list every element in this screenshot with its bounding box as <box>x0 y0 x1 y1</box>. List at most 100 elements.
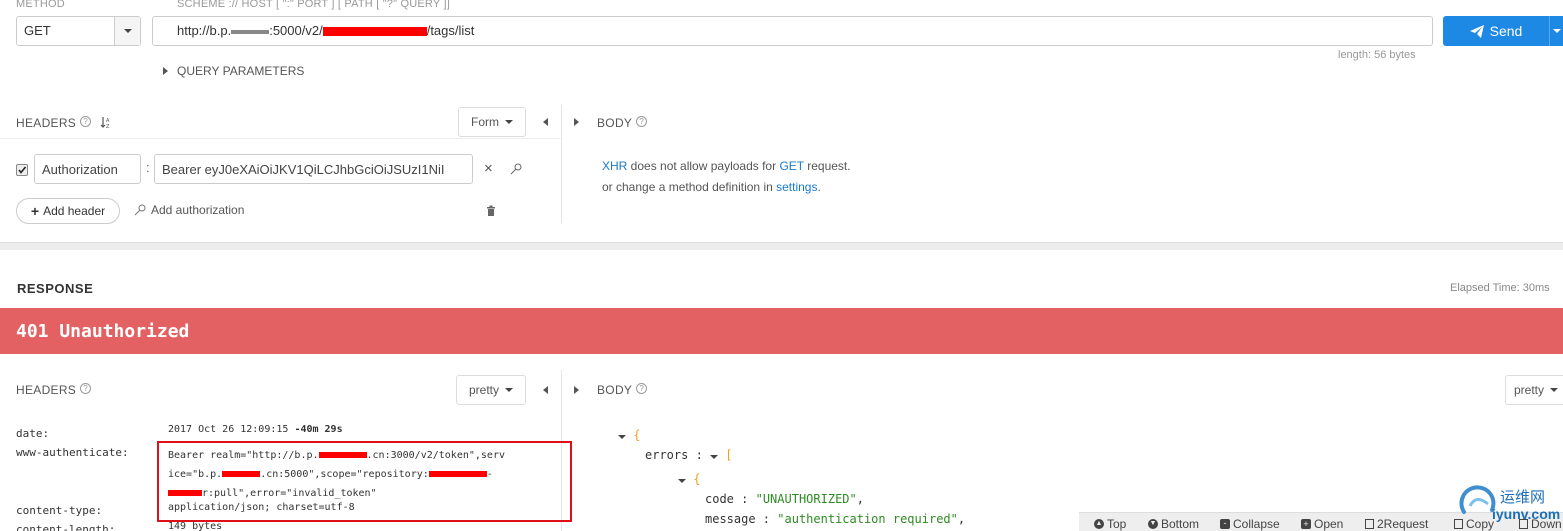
response-headers-title-text: HEADERS <box>16 383 77 397</box>
header-value: - <box>486 469 493 480</box>
form-dropdown[interactable]: Form <box>458 107 526 137</box>
url-input[interactable]: http://b.p.:5000/v2/ /tags/list <box>152 16 1433 46</box>
divider <box>0 138 561 139</box>
help-icon[interactable]: ? <box>80 116 92 127</box>
json-key: code <box>705 492 734 506</box>
json-message-line: message : "authentication required", <box>705 512 966 526</box>
add-header-label: Add header <box>43 204 106 218</box>
response-body-title-text: BODY <box>597 383 633 397</box>
file-icon <box>1365 519 1374 529</box>
pretty-label: pretty <box>468 383 499 397</box>
request-body-title: BODY? <box>597 116 648 130</box>
watermark: 运维网 iyunv.com <box>1458 482 1563 526</box>
request-headers-title: HEADERS? <box>16 116 92 130</box>
header-name: content-type: <box>16 504 103 517</box>
send-options-button[interactable] <box>1549 16 1563 46</box>
header-value-relative: -40m 29s <box>294 424 343 435</box>
settings-link[interactable]: settings <box>776 180 817 194</box>
header-value: Bearer realm="http://b.p. <box>168 450 319 461</box>
message-text: does not allow payloads for <box>627 159 780 173</box>
expand-right-icon[interactable] <box>574 386 579 394</box>
url-part-1: http://b.p. <box>177 23 232 38</box>
xhr-link[interactable]: XHR <box>602 159 627 173</box>
json-root-line[interactable]: { <box>618 428 640 442</box>
header-name: www-authenticate: <box>16 446 129 459</box>
help-icon[interactable]: ? <box>636 383 648 394</box>
send-button[interactable]: Send <box>1443 16 1549 46</box>
paper-plane-icon <box>1469 24 1484 38</box>
chevron-down-icon <box>505 388 513 392</box>
arrow-up-circle-icon: ▲ <box>1094 519 1104 529</box>
bottom-button[interactable]: ▼ Bottom <box>1148 517 1199 531</box>
url-format-label: SCHEME :// HOST [ ":" PORT ] [ PATH [ "?… <box>177 0 450 10</box>
json-object-line[interactable]: { <box>678 472 700 486</box>
minus-square-icon: - <box>1220 519 1230 529</box>
message-text: . <box>817 180 821 194</box>
expand-right-icon[interactable] <box>574 118 579 126</box>
response-body-title: BODY? <box>597 383 648 397</box>
plus-icon: + <box>30 203 40 219</box>
chevron-down-icon[interactable] <box>678 479 686 483</box>
json-errors-line: errors : [ <box>645 448 733 462</box>
header-value: .cn:5000",scope="repository: <box>260 469 429 480</box>
chevron-down-icon <box>1550 388 1558 392</box>
bottom-label: Bottom <box>1161 517 1200 531</box>
chevron-down-icon[interactable] <box>114 17 140 45</box>
watermark-brand: 运维网 <box>1500 488 1546 506</box>
key-icon <box>134 204 146 216</box>
header-value: 149 bytes <box>168 521 223 531</box>
add-authorization-link[interactable]: Add authorization <box>134 203 244 217</box>
watermark-site: iyunv.com <box>1492 506 1561 522</box>
to-request-button[interactable]: 2Request <box>1365 517 1428 531</box>
headers-pretty-dropdown[interactable]: pretty <box>456 375 526 405</box>
close-icon[interactable]: × <box>484 160 493 177</box>
status-banner: 401 Unauthorized <box>0 308 1563 354</box>
method-select[interactable]: GET <box>16 16 141 46</box>
response-headers-title: HEADERS? <box>16 383 92 397</box>
arrow-down-circle-icon: ▼ <box>1148 519 1158 529</box>
method-value: GET <box>24 23 51 38</box>
help-icon[interactable]: ? <box>636 116 648 127</box>
collapse-left-icon[interactable] <box>543 386 548 394</box>
json-string-value: "UNAUTHORIZED" <box>755 492 857 506</box>
request-body-title-text: BODY <box>597 116 633 130</box>
plus-square-icon: + <box>1301 519 1311 529</box>
header-value-www-authenticate: Bearer realm="http://b.p. .cn:3000/v2/tok… <box>168 446 505 503</box>
redaction-mark <box>231 29 270 34</box>
header-enabled-checkbox[interactable] <box>16 164 28 176</box>
divider <box>561 105 562 223</box>
header-value: r:pull",error="invalid_token" <box>202 488 377 499</box>
json-code-line: code : "UNAUTHORIZED", <box>705 492 864 506</box>
header-name-field[interactable]: Authorization <box>34 154 141 184</box>
status-text: 401 Unauthorized <box>16 321 190 342</box>
help-icon[interactable]: ? <box>80 383 92 394</box>
header-value: application/json; charset=utf-8 <box>168 502 355 513</box>
elapsed-time: Elapsed Time: 30ms <box>1450 282 1550 294</box>
query-params-label: QUERY PARAMETERS <box>177 64 305 78</box>
redaction-mark <box>322 27 427 37</box>
to-request-label: 2Request <box>1377 517 1429 531</box>
header-value: .cn:3000/v2/token",serv <box>366 450 505 461</box>
method-label: METHOD <box>16 0 65 10</box>
sort-icon[interactable]: AZ <box>100 116 113 129</box>
open-button[interactable]: + Open <box>1301 517 1343 531</box>
collapse-left-icon[interactable] <box>543 118 548 126</box>
add-header-button[interactable]: + Add header <box>16 198 120 224</box>
collapse-button[interactable]: - Collapse <box>1220 517 1280 531</box>
message-text: or change a method definition in <box>602 180 777 194</box>
top-button[interactable]: ▲ Top <box>1094 517 1126 531</box>
json-string-value: "authentication required" <box>777 512 958 526</box>
url-part-2: :5000/v2/ <box>269 23 323 38</box>
section-separator <box>0 242 1563 250</box>
header-value-field[interactable]: Bearer eyJ0eXAiOiJKV1QiLCJhbGciOiJSUzI1N… <box>154 154 473 184</box>
key-icon[interactable] <box>510 163 522 175</box>
chevron-down-icon[interactable] <box>710 455 719 459</box>
request-headers-title-text: HEADERS <box>16 116 77 130</box>
query-params-toggle[interactable]: QUERY PARAMETERS <box>163 64 304 78</box>
body-pretty-dropdown[interactable]: pretty <box>1505 375 1563 405</box>
trash-icon[interactable] <box>486 205 496 216</box>
svg-text:Z: Z <box>106 124 110 129</box>
chevron-down-icon[interactable] <box>618 435 626 439</box>
header-name: date: <box>16 427 50 440</box>
method-link[interactable]: GET <box>779 159 803 173</box>
